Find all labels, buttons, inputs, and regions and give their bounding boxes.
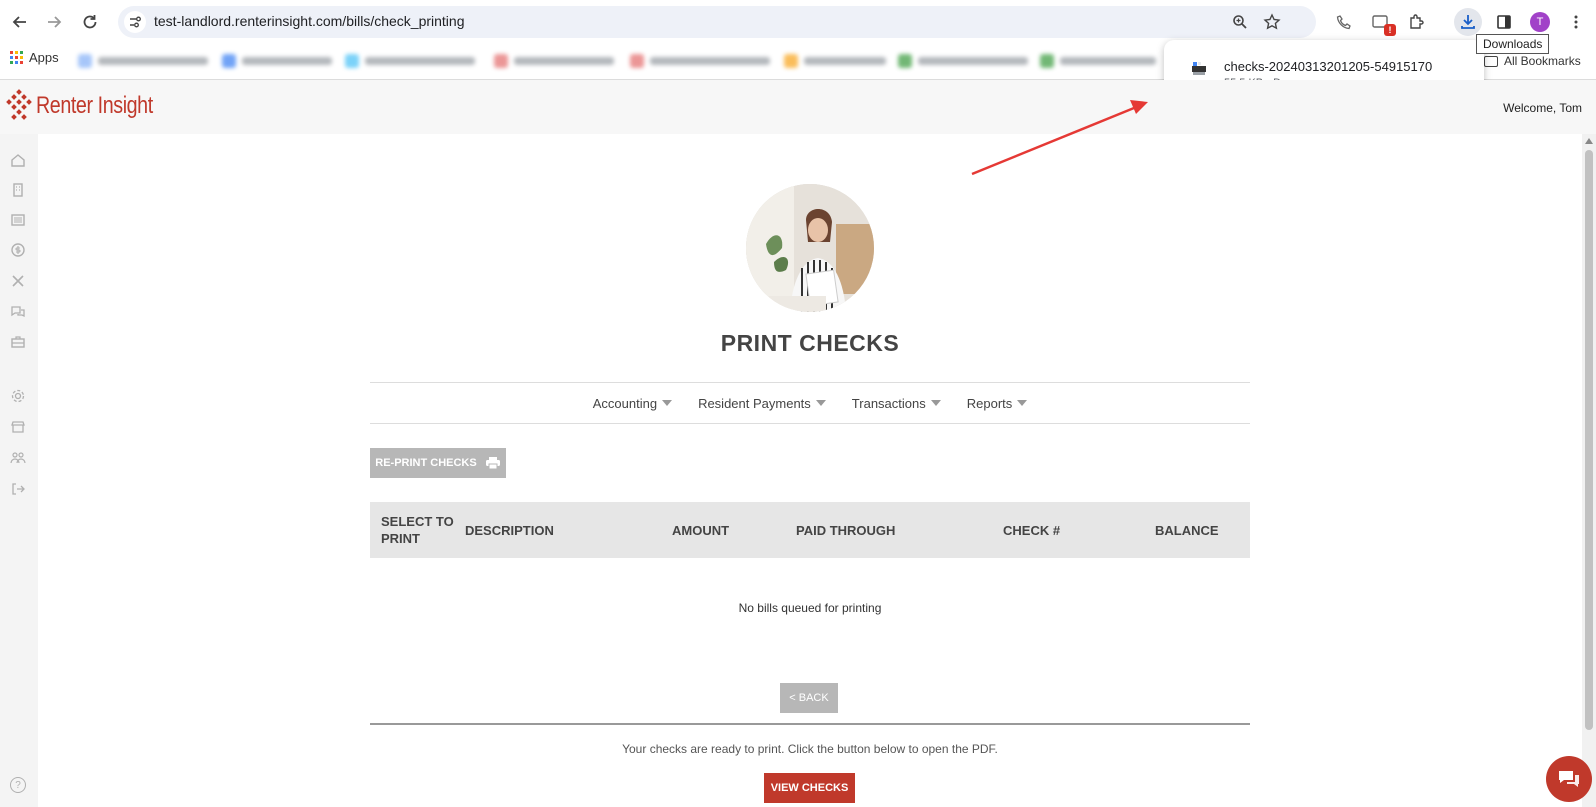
logo-text: Renter Insight [36, 92, 153, 119]
star-icon[interactable] [1262, 12, 1282, 32]
side-panel-icon[interactable] [1490, 8, 1518, 36]
printer-icon [485, 457, 500, 470]
folder-icon [1484, 55, 1498, 67]
apps-label: Apps [29, 50, 59, 65]
bookmark-item[interactable] [494, 52, 614, 70]
menu-item-label: Transactions [851, 395, 926, 411]
empty-table-message: No bills queued for printing [738, 601, 882, 615]
store-icon[interactable] [8, 417, 28, 437]
tools-icon[interactable] [8, 271, 28, 291]
caret-down-icon [930, 400, 941, 406]
file-icon [1190, 60, 1208, 78]
cast-alert-icon[interactable]: ! [1366, 8, 1396, 36]
chat-icon[interactable] [8, 302, 28, 322]
checks-table-header: SELECT TO PRINT DESCRIPTION AMOUNT PAID … [370, 502, 1250, 558]
checks-ready-message: Your checks are ready to print. Click th… [622, 742, 998, 756]
welcome-text[interactable]: Welcome, Tom [1503, 101, 1582, 115]
address-bar[interactable]: test-landlord.renterinsight.com/bills/ch… [118, 6, 1316, 38]
caret-down-icon [815, 400, 826, 406]
apps-bookmark[interactable]: Apps [10, 50, 59, 65]
menu-item-resident-payments[interactable]: Resident Payments [698, 396, 826, 411]
menu-item-accounting[interactable]: Accounting [592, 395, 673, 411]
back-icon[interactable] [6, 8, 34, 36]
column-header[interactable]: AMOUNT [672, 502, 729, 558]
renter-insight-logo[interactable]: Renter Insight [6, 89, 178, 123]
scroll-up-arrow[interactable] [1585, 138, 1593, 144]
settings-icon[interactable] [8, 386, 28, 406]
menu-item-label: Accounting [592, 395, 658, 411]
caret-down-icon [662, 400, 673, 406]
column-header[interactable]: BALANCE [1155, 502, 1219, 558]
site-settings-icon[interactable] [124, 11, 146, 33]
column-header[interactable]: PAID THROUGH [796, 502, 895, 558]
list-icon[interactable] [8, 210, 28, 230]
users-icon[interactable] [8, 448, 28, 468]
more-icon[interactable] [1562, 8, 1590, 36]
menu-item-transactions[interactable]: Transactions [852, 396, 941, 411]
zoom-icon[interactable] [1230, 12, 1250, 32]
chat-widget[interactable] [1546, 756, 1592, 802]
help-icon[interactable]: ? [10, 777, 26, 793]
bookmark-item[interactable] [78, 52, 208, 70]
url-text[interactable]: test-landlord.renterinsight.com/bills/ch… [154, 13, 464, 29]
chat-bubble-icon [1559, 771, 1579, 787]
download-file-name[interactable]: checks-20240313201205-54915170 [1224, 59, 1432, 74]
reprint-checks-button[interactable]: RE-PRINT CHECKS [370, 448, 506, 478]
app-header: Renter Insight Welcome, Tom [0, 80, 1596, 134]
bookmark-item[interactable] [784, 52, 886, 70]
menu-item-label: Reports [966, 395, 1013, 411]
reload-icon[interactable] [76, 8, 104, 36]
dollar-icon[interactable] [8, 240, 28, 260]
logout-icon[interactable] [8, 479, 28, 499]
scroll-thumb[interactable] [1585, 150, 1593, 730]
bookmark-item[interactable] [630, 52, 770, 70]
menu-item-label: Resident Payments [698, 395, 811, 411]
apps-grid-icon [10, 51, 23, 64]
section-divider [370, 723, 1250, 725]
section-menu: Accounting Resident Payments Transaction… [370, 382, 1250, 424]
menu-item-reports[interactable]: Reports [967, 396, 1028, 411]
view-checks-button[interactable]: VIEW CHECKS [764, 773, 855, 803]
all-bookmarks[interactable]: All Bookmarks [1484, 54, 1581, 68]
home-icon[interactable] [8, 150, 28, 170]
reprint-label: RE-PRINT CHECKS [375, 457, 477, 469]
page-hero-image [746, 184, 874, 312]
sidebar [0, 134, 38, 807]
phone-icon[interactable] [1330, 8, 1358, 36]
page-scrollbar[interactable] [1582, 134, 1596, 807]
extensions-icon[interactable] [1402, 8, 1430, 36]
logo-icon [6, 89, 32, 120]
alert-badge: ! [1384, 24, 1396, 36]
bookmark-item[interactable] [1040, 52, 1156, 70]
forward-icon[interactable] [40, 8, 68, 36]
downloads-tooltip: Downloads [1476, 34, 1550, 54]
column-header[interactable]: DESCRIPTION [465, 502, 554, 558]
column-header[interactable]: CHECK # [1003, 502, 1060, 558]
bookmark-item[interactable] [898, 52, 1028, 70]
page-title: PRINT CHECKS [720, 330, 900, 356]
bookmark-item[interactable] [345, 52, 475, 70]
column-header[interactable]: SELECT TO PRINT [381, 502, 461, 558]
profile-avatar[interactable]: T [1530, 12, 1550, 32]
download-icon[interactable] [1454, 8, 1482, 36]
back-button[interactable]: < BACK [780, 683, 838, 713]
caret-down-icon [1017, 400, 1028, 406]
all-bookmarks-label: All Bookmarks [1504, 54, 1581, 68]
bookmark-item[interactable] [222, 52, 332, 70]
building-icon[interactable] [8, 180, 28, 200]
